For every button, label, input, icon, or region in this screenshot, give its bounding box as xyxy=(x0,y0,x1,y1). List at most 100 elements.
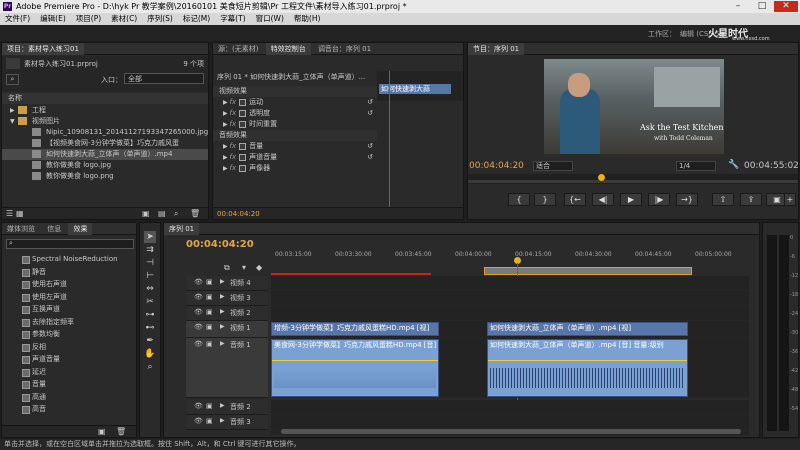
tab-audio-mixer[interactable]: 调音台：序列 01 xyxy=(313,43,376,55)
new-bin-icon[interactable]: ▣ xyxy=(98,427,106,436)
tab-sequence[interactable]: 序列 01 xyxy=(164,223,200,235)
effect-row[interactable]: ▶ fx 声像器 xyxy=(213,163,377,174)
slip-tool-icon[interactable]: ⊶ xyxy=(144,309,156,321)
volume-rubber-band[interactable] xyxy=(488,360,687,361)
fx-toggle-icon[interactable]: fx xyxy=(230,153,237,161)
icon-view-icon[interactable]: ▦ xyxy=(16,209,24,218)
project-item[interactable]: ▼ 视频图片 xyxy=(2,116,208,127)
effect-item[interactable]: 静音 xyxy=(2,267,136,280)
effect-playhead[interactable] xyxy=(389,71,390,209)
collapse-track-icon[interactable]: ▶ xyxy=(220,417,225,424)
effect-item[interactable]: 声道音量 xyxy=(2,354,136,367)
track-lane[interactable] xyxy=(271,306,749,321)
slide-tool-icon[interactable]: ⊷ xyxy=(144,322,156,334)
expand-triangle-icon[interactable]: ▶ xyxy=(223,154,230,161)
tab-source[interactable]: 源：(无素材) xyxy=(213,43,263,55)
go-to-in-icon[interactable]: {← xyxy=(564,193,586,206)
step-forward-icon[interactable]: |▶ xyxy=(648,193,670,206)
new-item-icon[interactable]: ▤ xyxy=(158,209,166,218)
track-header[interactable]: 👁 ▣ ▶ 音频 3 xyxy=(186,415,268,430)
fit-select[interactable]: 适合 xyxy=(533,161,573,171)
program-video-frame[interactable]: Ask the Test Kitchen with Todd Coleman xyxy=(544,59,724,154)
menu-item-6[interactable]: 字幕(T) xyxy=(215,13,250,25)
time-ruler[interactable]: 00:03:15:00 00:03:30:00 00:03:45:00 00:04:0… xyxy=(271,249,749,263)
disclosure-triangle-icon[interactable]: ▶ xyxy=(10,105,18,116)
zoom-tool-icon[interactable]: ⌕ xyxy=(144,361,156,373)
menu-item-2[interactable]: 项目(P) xyxy=(71,13,106,25)
lock-track-icon[interactable]: ▣ xyxy=(206,402,213,410)
disclosure-triangle-icon[interactable]: ▼ xyxy=(10,116,18,127)
effect-row[interactable]: ▶ fx 时间重置 xyxy=(213,119,377,130)
effect-row[interactable]: ▶ fx 透明度 ↺ xyxy=(213,108,377,119)
lock-track-icon[interactable]: ▣ xyxy=(206,278,213,286)
set-marker-icon[interactable]: ◆ xyxy=(256,263,262,272)
track-lane[interactable] xyxy=(271,276,749,291)
extract-icon[interactable]: ⇪ xyxy=(740,193,762,206)
hand-tool-icon[interactable]: ✋ xyxy=(144,348,156,360)
menu-item-8[interactable]: 帮助(H) xyxy=(289,13,326,25)
tab-project[interactable]: 项目：素材导入练习01 xyxy=(2,43,84,55)
toggle-output-eye-icon[interactable]: 👁 xyxy=(194,340,203,348)
fx-toggle-icon[interactable]: fx xyxy=(230,120,237,128)
in-select[interactable]: 全部 xyxy=(124,73,204,84)
fx-toggle-icon[interactable]: fx xyxy=(230,142,237,150)
minimize-icon[interactable]: – xyxy=(726,1,750,12)
expand-triangle-icon[interactable]: ▶ xyxy=(223,165,230,172)
toggle-output-eye-icon[interactable]: 👁 xyxy=(194,308,203,316)
lift-icon[interactable]: ⇧ xyxy=(712,193,734,206)
project-item[interactable]: 如何快速剥大蒜_立体声（单声道）.mp4 xyxy=(2,149,208,160)
track-header[interactable]: 👁 ▣ ▶ 音频 1 xyxy=(186,338,268,398)
track-lane[interactable] xyxy=(271,400,749,415)
toggle-output-eye-icon[interactable]: 👁 xyxy=(194,417,203,425)
audio-clip[interactable]: 如何快速剥大蒜_立体声（单声道）.mp4 [音] 音量:级别 xyxy=(487,339,688,397)
delete-icon[interactable]: 🗑 xyxy=(116,427,126,436)
menu-item-7[interactable]: 窗口(W) xyxy=(251,13,289,25)
reset-icon[interactable]: ↺ xyxy=(367,108,373,119)
rolling-edit-tool-icon[interactable]: ⊢ xyxy=(144,270,156,282)
track-header[interactable]: 👁 ▣ ▶ 视频 1 xyxy=(186,321,268,338)
toggle-output-eye-icon[interactable]: 👁 xyxy=(194,323,203,331)
expand-triangle-icon[interactable]: ▶ xyxy=(223,121,230,128)
audio-clip[interactable]: 美食网-3分钟学做菜】巧克力戚风蛋糕HD.mp4 [音] 音量:级别 xyxy=(271,339,439,397)
project-item[interactable]: 教你做美食 logo.png xyxy=(2,171,208,182)
expand-triangle-icon[interactable]: ▶ xyxy=(223,99,230,106)
reset-icon[interactable]: ↺ xyxy=(367,152,373,163)
project-item[interactable]: Nipic_10908131_20141127193347265000.jpg xyxy=(2,127,208,138)
search-icon[interactable]: ⌕ xyxy=(6,74,19,85)
effect-item[interactable]: 高通 xyxy=(2,392,136,405)
video-clip[interactable]: 增频-3分钟学做菜】巧克力戚风蛋糕HD.mp4 [视] xyxy=(271,322,439,336)
expand-triangle-icon[interactable]: ▶ xyxy=(223,110,230,117)
lock-track-icon[interactable]: ▣ xyxy=(206,417,213,425)
wrench-icon[interactable]: 🔧 xyxy=(728,160,739,170)
collapse-track-icon[interactable]: ▶ xyxy=(220,293,225,300)
new-bin-icon[interactable]: ▣ xyxy=(142,209,150,218)
list-view-icon[interactable]: ☰ xyxy=(6,209,13,218)
effect-item[interactable]: 去除指定频率 xyxy=(2,317,136,330)
step-back-icon[interactable]: ◀| xyxy=(592,193,614,206)
project-item[interactable]: ▶ 工程 xyxy=(2,105,208,116)
mark-in-icon[interactable]: { xyxy=(508,193,530,206)
track-header[interactable]: 👁 ▣ ▶ 视频 2 xyxy=(186,306,268,321)
razor-tool-icon[interactable]: ✂ xyxy=(144,296,156,308)
track-lane[interactable] xyxy=(271,291,749,306)
collapse-track-icon[interactable]: ▶ xyxy=(220,308,225,315)
program-timecode-left[interactable]: 00:04:04:20 xyxy=(469,161,524,171)
tab-program[interactable]: 节目：序列 01 xyxy=(468,43,525,55)
effect-item[interactable]: 使用左声道 xyxy=(2,292,136,305)
collapse-track-icon[interactable]: ▶ xyxy=(220,340,225,347)
lock-track-icon[interactable]: ▣ xyxy=(206,323,213,331)
rate-stretch-tool-icon[interactable]: ⇔ xyxy=(144,283,156,295)
delete-icon[interactable]: 🗑 xyxy=(190,209,200,218)
mark-out-icon[interactable]: } xyxy=(534,193,556,206)
name-column-header[interactable]: 名称 xyxy=(2,93,208,104)
effect-row[interactable]: ▶ fx 音量 ↺ xyxy=(213,141,377,152)
timeline-scroll-thumb[interactable] xyxy=(281,429,741,434)
tab-media-browser[interactable]: 媒体浏览 xyxy=(2,223,40,235)
play-icon[interactable]: ▶ xyxy=(620,193,642,206)
program-scrub-bar[interactable] xyxy=(468,174,798,184)
program-playhead[interactable] xyxy=(598,174,605,181)
lock-track-icon[interactable]: ▣ xyxy=(206,340,213,348)
effect-row[interactable]: ▶ fx 运动 ↺ xyxy=(213,97,377,108)
snap-icon[interactable]: ⧉ xyxy=(224,263,230,273)
effect-timecode[interactable]: 00:04:04:20 xyxy=(217,210,260,218)
